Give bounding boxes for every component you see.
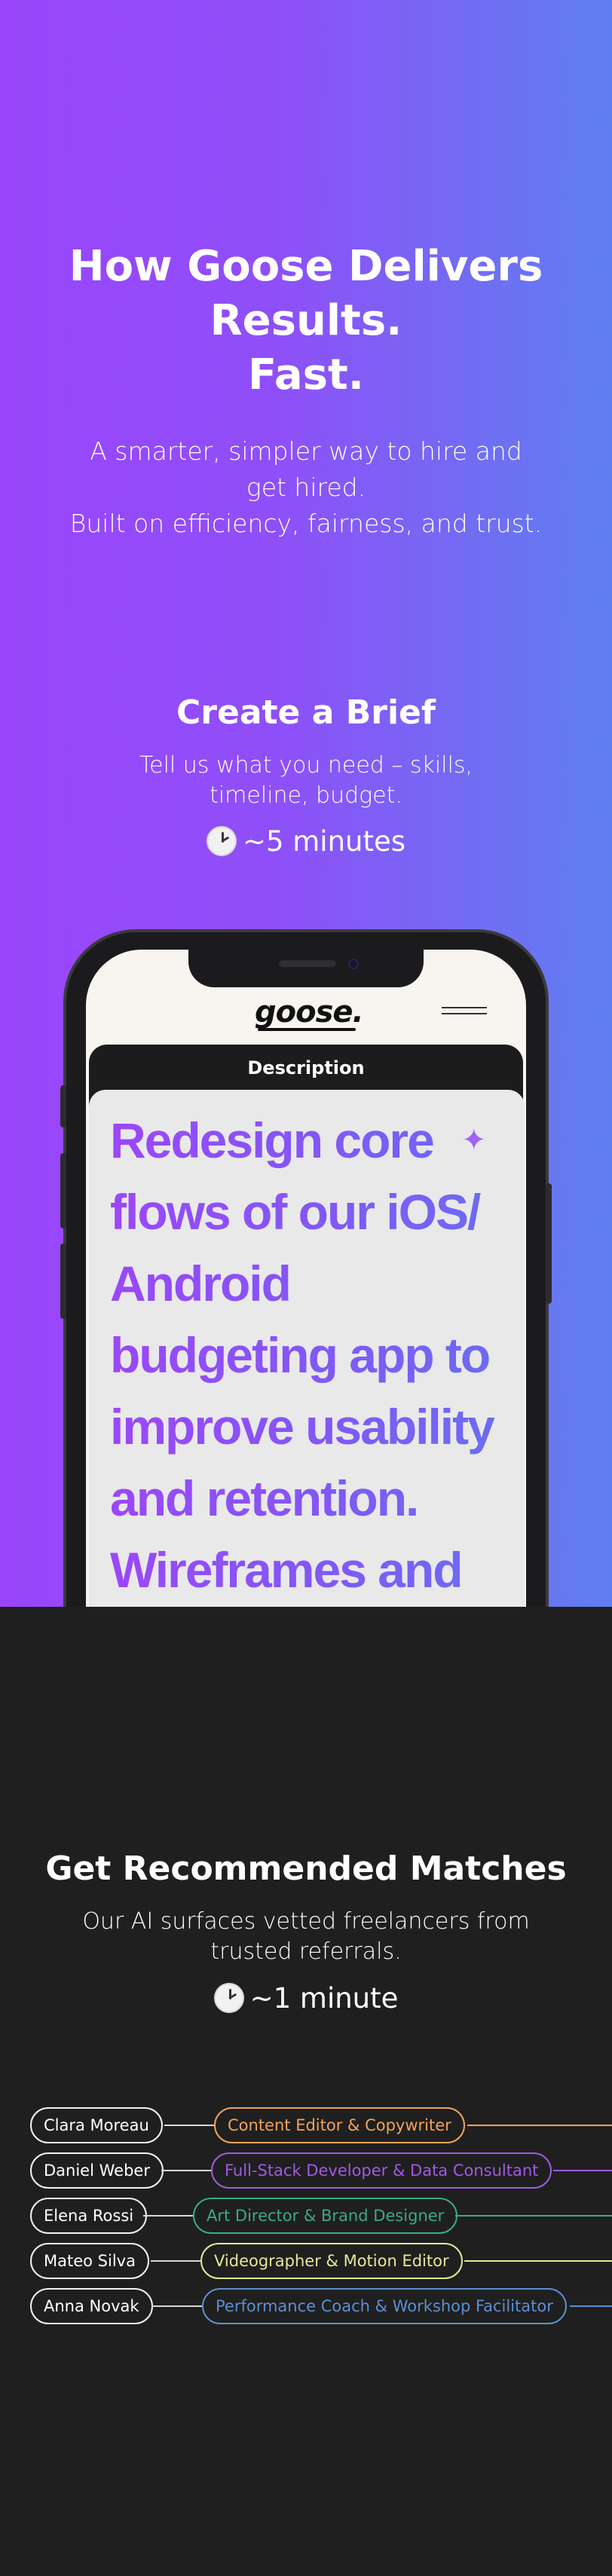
- step-matches-time: ~1 minute: [0, 1982, 612, 2015]
- hero-subtitle-line: get hired.: [246, 473, 366, 502]
- hero-title-line: How Goose Delivers: [69, 242, 543, 291]
- connector-line: [467, 2125, 612, 2126]
- freelancer-name-pill[interactable]: Mateo Silva: [30, 2243, 149, 2279]
- hero-title: How Goose Delivers Results. Fast.: [0, 240, 612, 402]
- connector-line: [152, 2305, 202, 2307]
- brief-text: Redesign core flows of our iOS/ Android …: [110, 1105, 502, 1606]
- logo-underline: [258, 1028, 356, 1031]
- freelancer-name-pill[interactable]: Anna Novak: [30, 2288, 153, 2324]
- step-matches-desc-line: Our AI surfaces vetted freelancers from: [82, 1908, 530, 1935]
- connector-line: [464, 2260, 612, 2262]
- hero-title-line: Fast.: [247, 350, 365, 399]
- match-row[interactable]: Mateo Silva Videographer & Motion Editor: [0, 2243, 612, 2282]
- phone-side-button: [60, 1085, 66, 1127]
- step-brief-title: Create a Brief: [176, 693, 436, 732]
- phone-notch: [188, 948, 424, 987]
- connector-line: [151, 2260, 200, 2262]
- hero-subtitle: A smarter, simpler way to hire and get h…: [0, 433, 612, 542]
- connector-line: [143, 2215, 193, 2217]
- role-pill[interactable]: Videographer & Motion Editor: [200, 2243, 463, 2279]
- step-brief-desc-line: Tell us what you need – skills,: [139, 752, 473, 779]
- step-brief-time: ~5 minutes: [0, 825, 612, 858]
- goose-logo[interactable]: goose.: [255, 995, 364, 1029]
- role-pill[interactable]: Performance Coach & Workshop Facilitator: [202, 2288, 567, 2324]
- matches-section: Get Recommended Matches Our AI surfaces …: [0, 1607, 612, 2576]
- hero-subtitle-line: A smarter, simpler way to hire and: [90, 436, 522, 466]
- connector-line: [161, 2170, 211, 2171]
- match-row[interactable]: Daniel Weber Full-Stack Developer & Data…: [0, 2152, 612, 2192]
- clock-icon: [213, 1983, 244, 2013]
- freelancer-name-pill[interactable]: Clara Moreau: [30, 2107, 163, 2143]
- phone-side-button: [60, 1244, 66, 1319]
- role-pill[interactable]: Full-Stack Developer & Data Consultant: [211, 2152, 552, 2189]
- hero-subtitle-line: Built on efficiency, fairness, and trust…: [69, 509, 543, 538]
- role-pill[interactable]: Content Editor & Copywriter: [214, 2107, 465, 2143]
- connector-line: [455, 2215, 612, 2217]
- freelancer-name-pill[interactable]: Elena Rossi: [30, 2198, 148, 2234]
- connector-line: [164, 2125, 214, 2126]
- step-matches-title: Get Recommended Matches: [45, 1849, 567, 1888]
- step-matches-time-text: ~1 minute: [249, 1982, 399, 2015]
- phone-speaker: [279, 960, 336, 967]
- connector-line: [553, 2170, 612, 2171]
- description-card-label: Description: [247, 1057, 365, 1078]
- step-matches-description: Our AI surfaces vetted freelancers from …: [0, 1907, 612, 1967]
- step-brief-desc-line: timeline, budget.: [210, 782, 402, 809]
- clock-icon: [206, 826, 237, 856]
- match-row[interactable]: Anna Novak Performance Coach & Workshop …: [0, 2288, 612, 2327]
- hamburger-menu-icon[interactable]: [442, 1007, 487, 1019]
- hero-title-line: Results.: [210, 296, 402, 345]
- phone-side-button: [546, 1183, 552, 1304]
- step-brief-time-text: ~5 minutes: [242, 825, 406, 858]
- match-row[interactable]: Elena Rossi Art Director & Brand Designe…: [0, 2198, 612, 2237]
- connector-line: [570, 2305, 612, 2307]
- sparkle-icon[interactable]: ✦: [461, 1123, 487, 1158]
- phone-side-button: [60, 1153, 66, 1228]
- phone-camera: [348, 959, 359, 969]
- freelancer-name-pill[interactable]: Daniel Weber: [30, 2152, 164, 2189]
- step-brief-description: Tell us what you need – skills, timeline…: [0, 751, 612, 811]
- match-row[interactable]: Clara Moreau Content Editor & Copywriter: [0, 2107, 612, 2146]
- step-matches-desc-line: trusted referrals.: [210, 1938, 402, 1965]
- role-pill[interactable]: Art Director & Brand Designer: [193, 2198, 458, 2234]
